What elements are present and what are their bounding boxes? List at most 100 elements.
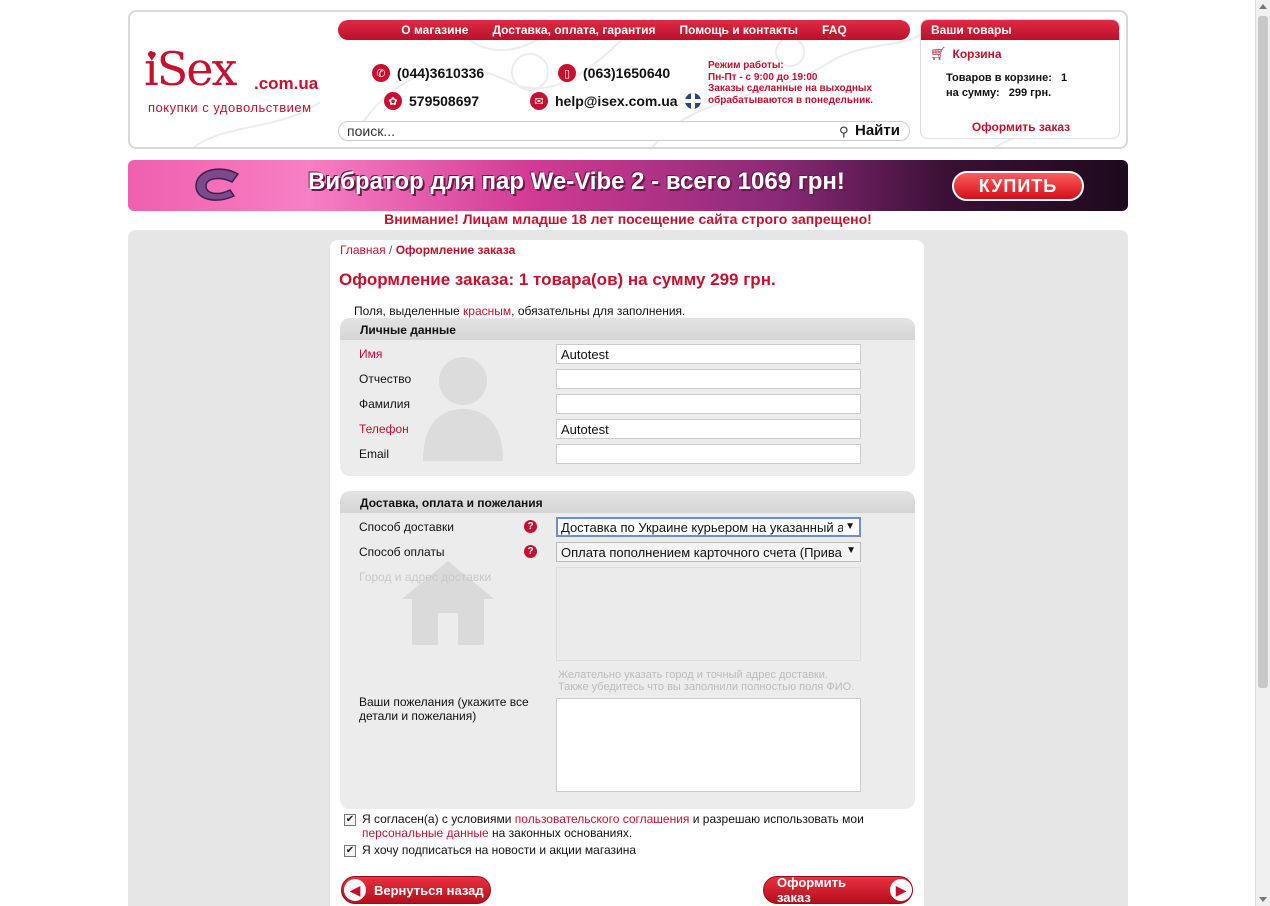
terms-before: Я согласен(а) с условиями [362,812,515,826]
breadcrumb-current: Оформление заказа [395,243,516,257]
cart-items-value: 1 [1060,72,1068,84]
wishes-textarea[interactable] [556,698,861,792]
email-text[interactable]: help@isex.com.ua [555,93,678,109]
icq-flower-icon: ✿ [384,92,402,110]
search-icon[interactable]: ⚲ [839,124,849,140]
uk-flag-icon[interactable] [684,93,701,109]
terms-text: Я согласен(а) с условиями пользовательск… [362,812,864,840]
email-label: Email [359,447,390,461]
back-button[interactable]: ◀ Вернуться назад [341,876,491,904]
subscribe-checkbox[interactable]: ✔ [344,845,356,857]
phone-field[interactable] [556,419,861,439]
mobile-icon: ▯ [558,64,576,82]
page-title: Оформление заказа: 1 товара(ов) на сумму… [339,270,776,289]
breadcrumb: Главная / Оформление заказа [340,243,515,257]
site-header: iSex ♥ .com.ua покупки с удовольствием О… [128,10,1128,149]
note-red-word: красным [463,304,512,318]
nav-faq[interactable]: FAQ [822,23,847,37]
terms-after: на законных основаниях. [488,826,633,840]
promo-banner[interactable]: Вибратор для пар We-Vibe 2 - всего 1069 … [128,160,1128,211]
arrow-right-icon: ▶ [890,879,912,901]
heart-icon: ♥ [147,48,157,65]
phone-label: Телефон [359,422,409,436]
working-hours: Режим работы: Пн-Пт - с 9:00 до 19:00 За… [708,60,873,106]
hours-weekdays: Пн-Пт - с 9:00 до 19:00 [708,71,818,83]
search-button[interactable]: Найти [855,122,900,139]
banner-text: Вибратор для пар We-Vibe 2 - всего 1069 … [308,168,845,195]
wishes-label: Ваши пожелания (укажите все детали и пож… [359,695,529,723]
delivery-panel: Доставка, оплата и пожелания Способ дост… [340,491,915,809]
contact-phone-1: ✆ (044)3610336 [372,64,484,82]
scrollbar-thumb[interactable] [1258,16,1268,688]
address-hint-line-1: Желательно указать город и точный адрес … [558,669,828,681]
cart-title: Ваши товары [921,20,1119,40]
payment-method-value: Оплата пополнением карточного счета (При… [561,545,842,560]
middle-name-label: Отчество [359,372,412,386]
delivery-method-select[interactable]: Доставка по Украине курьером на указанны… [556,517,861,537]
payment-method-label: Способ оплаты [359,545,445,559]
checkout-content: Главная / Оформление заказа Оформление з… [330,240,924,906]
hours-weekend-note-2: обрабатываются в понедельник. [708,94,873,106]
phone-icon: ✆ [372,64,390,82]
scroll-down-icon[interactable] [1259,897,1267,902]
required-fields-note: Поля, выделенные красным, обязательны дл… [354,304,685,318]
cart-link[interactable]: 🛒︎ Корзина [930,46,1002,62]
note-before: Поля, выделенные [354,304,464,318]
personal-data-panel: Личные данные Имя Отчество Фамилия Телеф… [340,318,915,476]
contact-icq: ✿ 579508697 [384,92,479,110]
cart-sum-value: 299 грн. [1008,87,1052,99]
cart-icon: 🛒︎ [930,46,947,61]
terms-mid: и разрешаю использовать мои [689,812,864,826]
terms-agreement: ✔ Я согласен(а) с условиями пользователь… [344,812,864,840]
terms-link[interactable]: пользовательского соглашения [515,812,690,826]
hours-title: Режим работы: [708,60,784,71]
banner-buy-button[interactable]: КУПИТЬ [952,171,1084,201]
scroll-up-icon[interactable] [1259,4,1267,9]
contact-phone-2: ▯ (063)1650640 [558,64,670,82]
payment-help-icon[interactable]: ? [524,545,537,558]
breadcrumb-home[interactable]: Главная [340,243,386,257]
last-name-field[interactable] [556,394,861,414]
nav-about[interactable]: О магазине [401,23,468,37]
cart-sum-row: на сумму: 299 грн. [946,87,1051,99]
address-label: Город и адрес доставки [359,570,492,584]
arrow-left-icon: ◀ [344,879,366,901]
payment-method-select[interactable]: Оплата пополнением карточного счета (При… [556,542,861,562]
delivery-help-icon[interactable]: ? [524,520,537,533]
contact-email[interactable]: ✉ help@isex.com.ua [530,92,701,110]
site-logo[interactable]: iSex ♥ .com.ua покупки с удовольствием [144,42,344,122]
delivery-method-label: Способ доставки [359,520,454,534]
terms-checkbox[interactable]: ✔ [344,814,356,826]
cart-order-link[interactable]: Оформить заказ [921,120,1119,134]
icq-text: 579508697 [409,93,480,109]
logo-domain: .com.ua [254,74,319,93]
logo-tagline: покупки с удовольствием [148,100,312,115]
note-after: , обязательны для заполнения. [511,304,686,318]
middle-name-field[interactable] [556,369,861,389]
cart-link-label[interactable]: Корзина [953,47,1002,61]
envelope-icon: ✉ [530,92,548,110]
logo-brand: iSex [144,42,237,96]
nav-help[interactable]: Помощь и контакты [680,23,799,37]
phone-1-text: (044)3610336 [397,65,485,81]
subscribe-text: Я хочу подписаться на новости и акции ма… [362,843,637,857]
personal-data-link[interactable]: персональные данные [362,826,489,840]
person-silhouette-icon [423,357,503,461]
search-input[interactable] [347,123,827,139]
nav-delivery[interactable]: Доставка, оплата, гарантия [492,23,655,37]
back-button-label: Вернуться назад [374,882,484,898]
subscribe-agreement: ✔ Я хочу подписаться на новости и акции … [344,843,636,857]
cart-widget: Ваши товары 🛒︎ Корзина Товаров в корзине… [920,19,1120,139]
address-textarea[interactable] [556,567,861,661]
hours-weekend-note-1: Заказы сделанные на выходных [708,83,872,94]
address-hint: Желательно указать город и точный адрес … [558,669,854,693]
personal-data-title: Личные данные [340,318,915,340]
submit-order-button[interactable]: Оформить заказ ▶ [763,875,913,905]
first-name-field[interactable] [556,344,861,364]
delivery-title: Доставка, оплата и пожелания [340,491,915,513]
email-field[interactable] [556,444,861,464]
page-scrollbar[interactable] [1255,0,1270,906]
first-name-label: Имя [359,347,383,361]
breadcrumb-separator: / [389,243,393,257]
delivery-method-value: Доставка по Украине курьером на указанны… [561,520,845,535]
